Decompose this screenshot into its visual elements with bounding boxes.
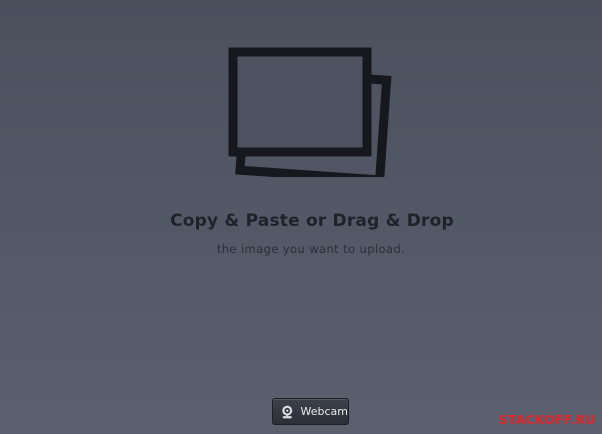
photos-stack-icon [228,47,392,177]
upload-subline: the image you want to upload. [216,242,406,256]
upload-headline: Copy & Paste or Drag & Drop [170,211,454,231]
webcam-icon [282,405,293,418]
upload-drop-zone[interactable]: Copy & Paste or Drag & Drop the image yo… [0,0,602,434]
webcam-button-label: Webcam [300,405,349,418]
watermark: STACKOFF.RU [498,412,596,427]
webcam-button[interactable]: Webcam [272,398,349,425]
